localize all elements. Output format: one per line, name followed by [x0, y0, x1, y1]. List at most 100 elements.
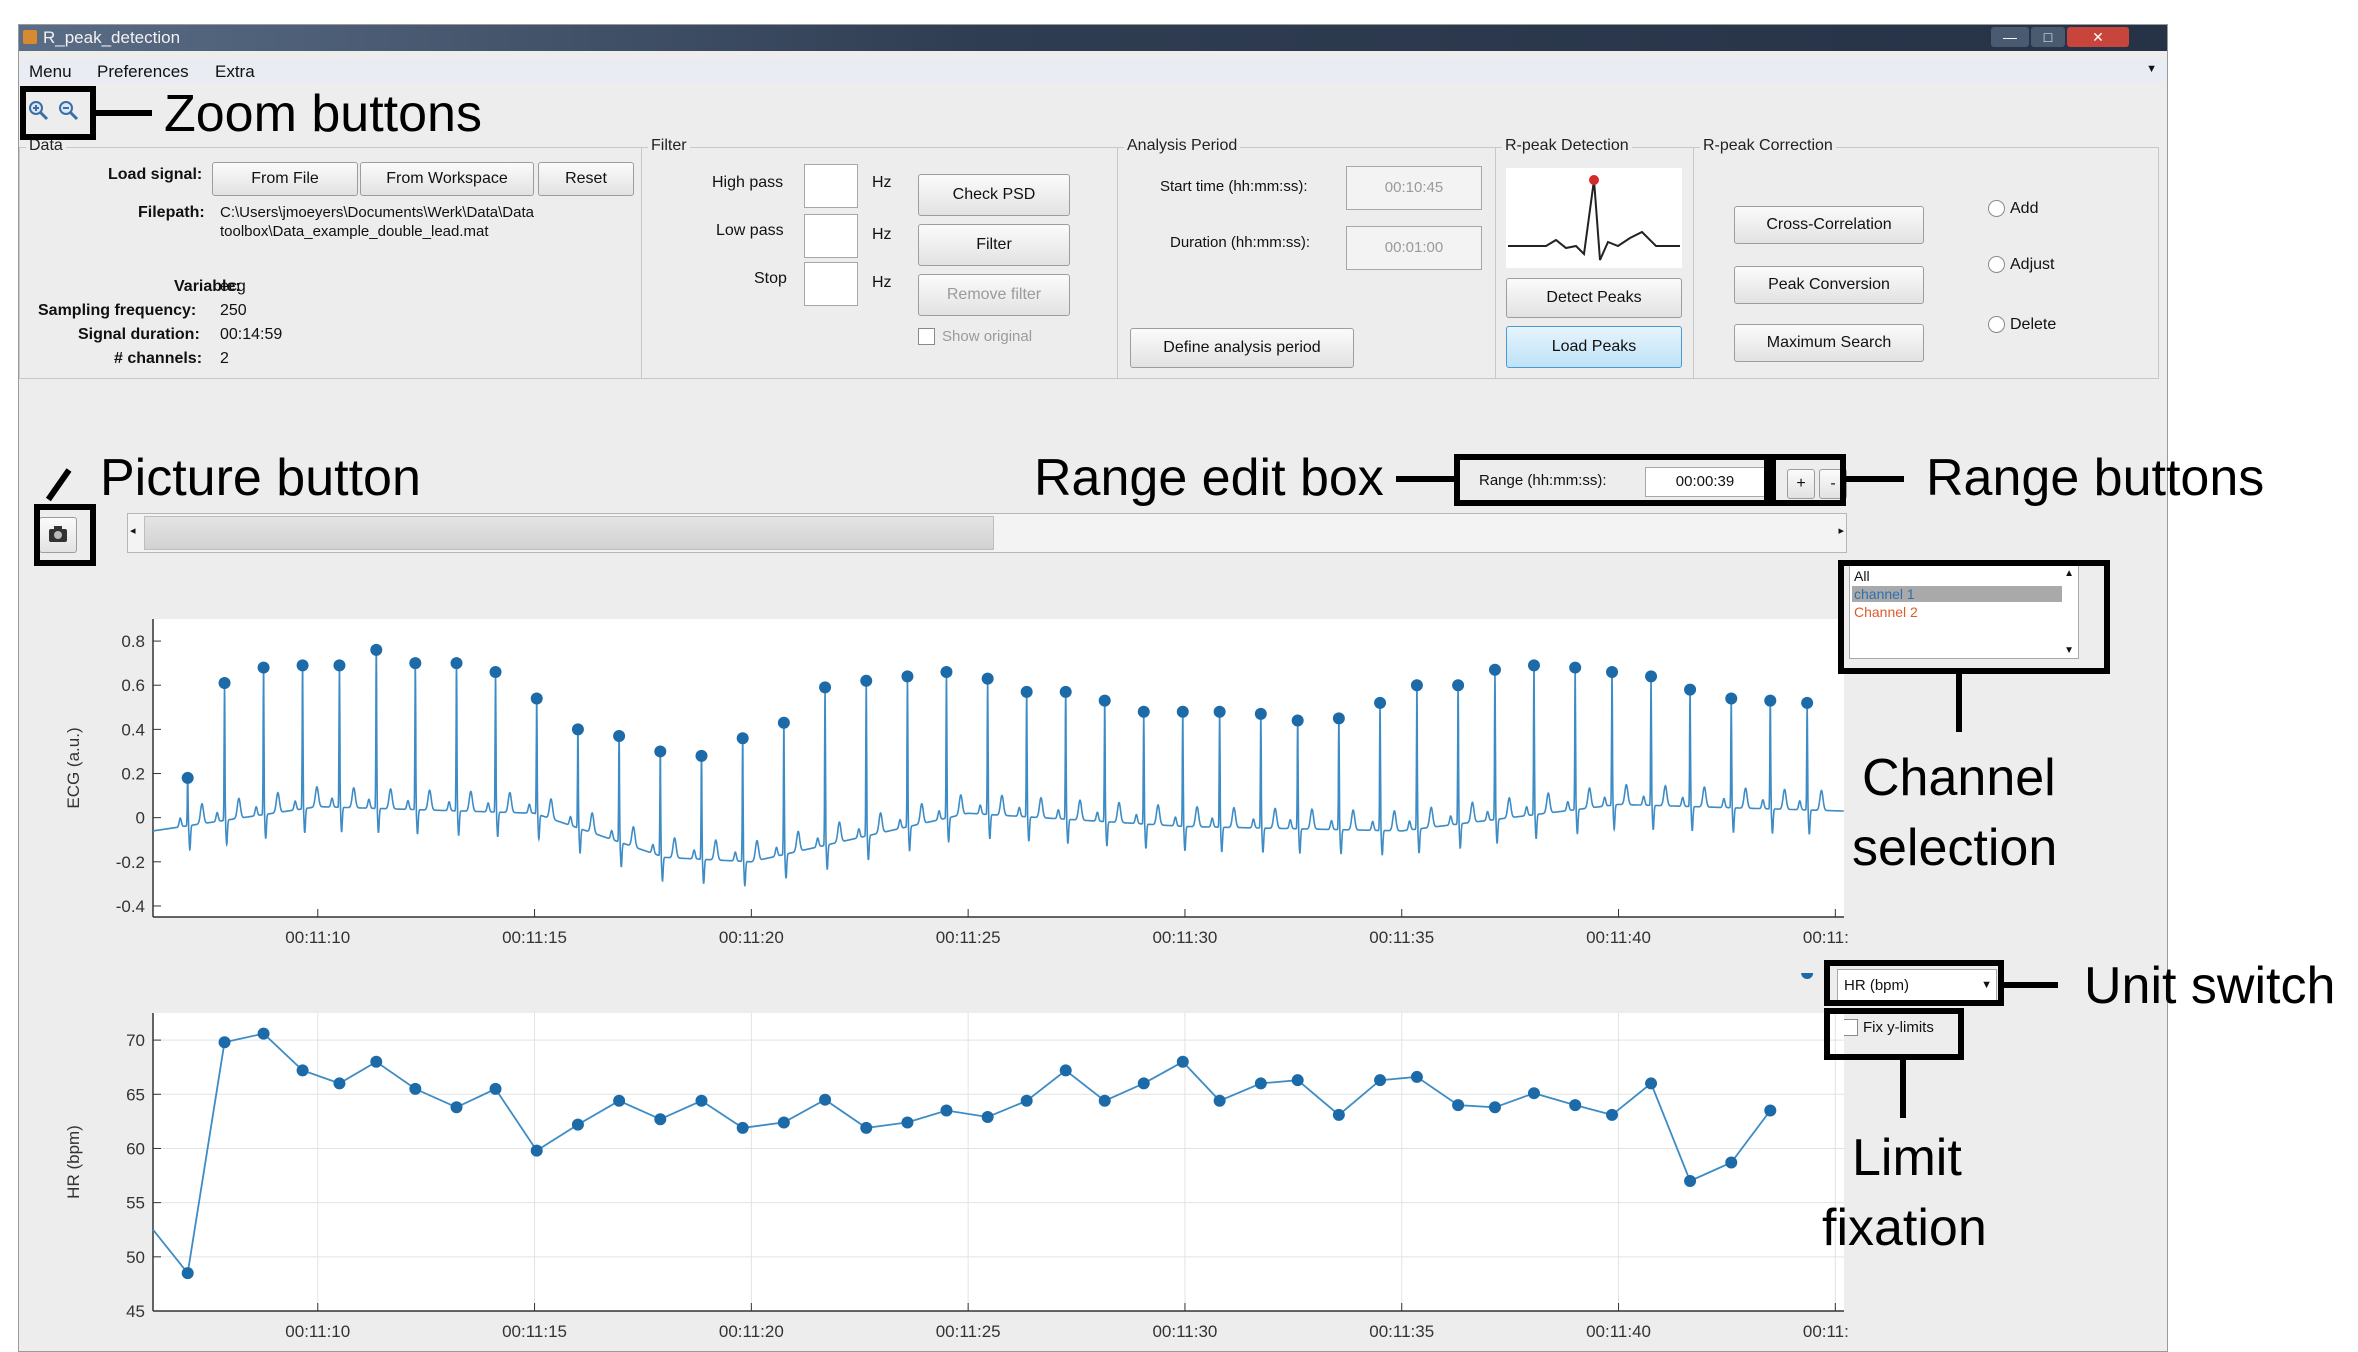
r-peak-marker [181, 771, 194, 784]
x-tick-label: 00:11:20 [719, 928, 784, 947]
start-time-input[interactable]: 00:10:45 [1346, 166, 1482, 210]
high-pass-label: High pass [712, 174, 784, 191]
x-tick-label: 00:11:15 [502, 1322, 567, 1341]
scrollbar-thumb[interactable] [144, 516, 994, 550]
menu-item-menu[interactable]: Menu [29, 62, 72, 82]
plot-area-hr [153, 1013, 1844, 1311]
from-workspace-button[interactable]: From Workspace [360, 162, 534, 196]
maximum-search-button[interactable]: Maximum Search [1734, 324, 1924, 362]
r-peak-marker [654, 745, 667, 758]
detect-peaks-button[interactable]: Detect Peaks [1506, 278, 1682, 318]
signal-duration-label: Signal duration: [78, 326, 200, 343]
picture-button-annotation: Picture button [100, 449, 421, 507]
x-tick-label: 00:11:40 [1586, 1322, 1651, 1341]
high-pass-input[interactable] [804, 164, 858, 208]
y-axis-label: HR (bpm) [64, 1125, 83, 1199]
r-peak-marker [1098, 694, 1111, 707]
cross-correlation-button[interactable]: Cross-Correlation [1734, 206, 1924, 244]
stop-unit: Hz [872, 274, 892, 291]
hr-point-marker [1176, 1055, 1189, 1068]
duration-label: Duration (hh:mm:ss): [1170, 234, 1311, 251]
close-button[interactable]: ✕ [2067, 27, 2129, 47]
time-scrollbar[interactable]: ◂ ▸ [127, 513, 1847, 553]
scroll-left-arrow-icon[interactable]: ◂ [130, 524, 136, 537]
rpeak-correction-title: R-peak Correction [1700, 137, 1836, 155]
stop-input[interactable] [804, 262, 858, 306]
delete-radio[interactable] [1988, 316, 2005, 333]
reset-button[interactable]: Reset [538, 162, 634, 196]
hr-point-marker [571, 1118, 584, 1131]
r-peak-marker [1213, 705, 1226, 718]
from-file-button[interactable]: From File [212, 162, 358, 196]
r-peak-marker [1645, 670, 1658, 683]
hr-point-marker [1098, 1094, 1111, 1107]
filter-button[interactable]: Filter [918, 224, 1070, 266]
menu-item-preferences[interactable]: Preferences [97, 62, 189, 82]
channel-selection-highlight [1838, 560, 2110, 674]
r-peak-marker [333, 659, 346, 672]
menubar-arrow-icon: ▼ [2146, 63, 2157, 75]
r-peak-marker [777, 716, 790, 729]
hr-point-marker [1374, 1074, 1387, 1087]
y-axis-label: ECG (a.u.) [64, 727, 83, 808]
minimize-button[interactable]: — [1991, 27, 2029, 47]
hr-point-marker [181, 1267, 194, 1280]
y-tick-label: 0.6 [121, 676, 145, 695]
menu-item-extra[interactable]: Extra [215, 62, 255, 82]
peak-conversion-button[interactable]: Peak Conversion [1734, 266, 1924, 304]
filter-panel: Filter High pass Hz Low pass Hz Stop Hz … [641, 137, 1119, 379]
r-peak-marker [1684, 683, 1697, 696]
zoom-buttons-annotation: Zoom buttons [164, 85, 482, 143]
define-analysis-period-button[interactable]: Define analysis period [1130, 328, 1354, 368]
r-peak-marker [819, 681, 832, 694]
r-peak-marker [571, 723, 584, 736]
scroll-right-arrow-icon[interactable]: ▸ [1838, 524, 1844, 537]
hr-point-marker [370, 1055, 383, 1068]
unit-switch-highlight [1824, 960, 2004, 1006]
channels-value: 2 [220, 350, 229, 367]
r-peak-marker [1332, 712, 1345, 725]
hr-point-marker [409, 1082, 422, 1095]
r-peak-marker [296, 659, 309, 672]
show-original-checkbox[interactable] [918, 328, 935, 345]
title-bar: R_peak_detection — □ ✕ [19, 25, 2167, 51]
range-edit-box-pointer [1396, 476, 1454, 482]
plot-area-ecg [153, 619, 1844, 917]
zoom-buttons-pointer [96, 110, 152, 116]
r-peak-marker [1020, 685, 1033, 698]
hr-point-marker [1452, 1099, 1465, 1112]
range-buttons-annotation: Range buttons [1926, 449, 2265, 507]
hr-plot[interactable]: 45 50 55 60 65 70 00:11:10 00:11:15 00:11:20 00:1… [49, 973, 1849, 1351]
range-buttons-highlight [1770, 454, 1846, 506]
maximize-button[interactable]: □ [2031, 27, 2065, 47]
duration-input[interactable]: 00:01:00 [1346, 226, 1482, 270]
check-psd-button[interactable]: Check PSD [918, 174, 1070, 216]
data-panel: Data Load signal: From File From Workspa… [19, 137, 643, 379]
stop-label: Stop [754, 270, 787, 287]
delete-radio-label: Delete [2010, 316, 2057, 333]
filepath-label: Filepath: [138, 204, 205, 221]
load-peaks-button[interactable]: Load Peaks [1506, 326, 1682, 368]
hr-point-marker [1488, 1101, 1501, 1114]
y-tick-label: 65 [126, 1085, 145, 1104]
r-peak-marker [1606, 665, 1619, 678]
hr-point-marker [489, 1082, 502, 1095]
hr-point-marker [530, 1144, 543, 1157]
r-peak-marker [1374, 696, 1387, 709]
r-peak-marker [218, 677, 231, 690]
r-peak-marker [257, 661, 270, 674]
ecg-plot[interactable]: -0.4 -0.2 0 0.2 0.4 0.6 0.8 00:11:10 00:11:15 00:… [49, 591, 1849, 973]
ecg-waveform-icon [1506, 168, 1682, 268]
low-pass-input[interactable] [804, 214, 858, 258]
y-tick-label: 0.8 [121, 632, 145, 651]
hr-point-marker [1137, 1077, 1150, 1090]
remove-filter-button[interactable]: Remove filter [918, 274, 1070, 316]
adjust-radio[interactable] [1988, 256, 2005, 273]
r-peak-marker [736, 732, 749, 745]
hr-point-marker [736, 1121, 749, 1134]
limit-fixation-pointer [1900, 1060, 1906, 1118]
r-peak-marker [1764, 694, 1777, 707]
r-peak-marker [370, 643, 383, 656]
r-peak-marker [1137, 705, 1150, 718]
add-radio[interactable] [1988, 200, 2005, 217]
